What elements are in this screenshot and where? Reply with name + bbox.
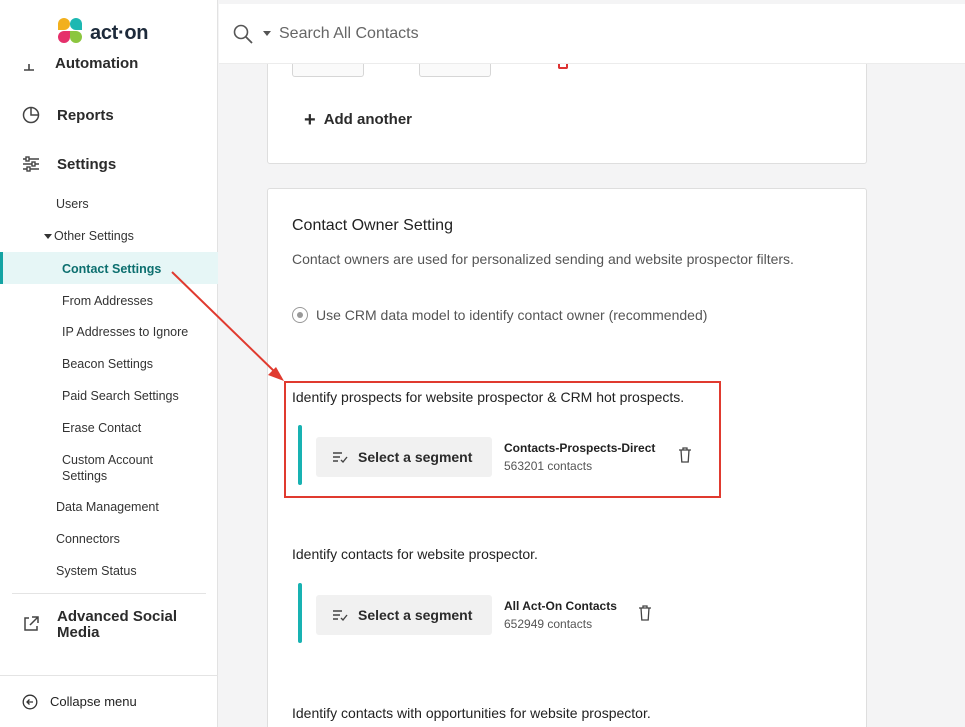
list-check-icon — [333, 610, 348, 622]
contacts-segment-row: Select a segment All Act-On Contacts 652… — [298, 583, 698, 643]
nav-advanced-social-media-label: Advanced Social Media — [57, 608, 178, 641]
select-segment-button[interactable]: Select a segment — [316, 595, 492, 635]
nav-ip-addresses-to-ignore[interactable]: IP Addresses to Ignore — [62, 324, 188, 340]
nav-users[interactable]: Users — [56, 197, 89, 211]
act-on-logo-icon — [56, 18, 86, 48]
top-search-bar — [219, 4, 965, 64]
search-input[interactable] — [279, 24, 679, 43]
search-scope-dropdown-icon[interactable] — [263, 31, 271, 36]
collapse-menu-label: Collapse menu — [50, 694, 137, 709]
nav-automation-label: Automation — [55, 56, 139, 72]
nav-other-settings[interactable]: Other Settings — [44, 229, 134, 243]
collapse-menu-button[interactable]: Collapse menu — [0, 675, 218, 727]
act-on-logo[interactable]: act·on — [56, 18, 149, 48]
nav-data-management[interactable]: Data Management — [56, 500, 159, 514]
sidebar-divider — [12, 593, 206, 594]
caret-down-icon — [44, 233, 52, 239]
select-segment-label: Select a segment — [358, 607, 473, 623]
segment-name: All Act-On Contacts — [504, 599, 617, 613]
sidebar: act·on Automation Reports Settings Users… — [0, 0, 218, 727]
contact-owner-description: Contact owners are used for personalized… — [292, 251, 794, 267]
nav-advanced-social-media[interactable]: Advanced Social Media — [22, 609, 187, 641]
nav-other-settings-label: Other Settings — [54, 229, 134, 243]
opportunities-section-label: Identify contacts with opportunities for… — [292, 705, 651, 721]
search-icon[interactable] — [233, 24, 253, 44]
crm-data-model-option[interactable]: Use CRM data model to identify contact o… — [292, 307, 707, 323]
nav-beacon-settings[interactable]: Beacon Settings — [62, 356, 153, 372]
contact-owner-title: Contact Owner Setting — [292, 217, 453, 234]
nav-reports[interactable]: Reports — [22, 106, 114, 124]
collapse-arrow-icon — [22, 694, 38, 710]
automation-icon — [24, 64, 34, 71]
segment-count: 652949 contacts — [504, 617, 593, 631]
external-link-icon — [22, 615, 40, 633]
radio-button[interactable] — [292, 307, 308, 323]
nav-settings[interactable]: Settings — [22, 155, 116, 173]
add-another-button[interactable]: + Add another — [304, 108, 413, 131]
nav-system-status[interactable]: System Status — [56, 564, 137, 578]
nav-settings-label: Settings — [57, 155, 117, 173]
nav-contact-settings[interactable]: Contact Settings — [62, 261, 161, 277]
segment-accent-bar — [298, 583, 302, 643]
sliders-icon — [22, 155, 40, 173]
nav-reports-label: Reports — [57, 106, 114, 124]
trash-icon[interactable] — [638, 605, 652, 621]
nav-custom-account-settings[interactable]: Custom Account Settings — [62, 452, 172, 484]
nav-connectors[interactable]: Connectors — [56, 532, 120, 546]
annotation-highlight-box — [284, 381, 721, 498]
nav-from-addresses[interactable]: From Addresses — [62, 293, 153, 309]
add-another-label: Add another — [323, 111, 413, 128]
nav-automation[interactable]: Automation — [22, 56, 138, 72]
crm-data-model-label: Use CRM data model to identify contact o… — [316, 307, 708, 323]
nav-paid-search-settings[interactable]: Paid Search Settings — [62, 388, 179, 404]
plus-icon: + — [304, 108, 316, 131]
pie-chart-icon — [22, 106, 40, 124]
logo-text: act·on — [90, 21, 149, 44]
contacts-section-label: Identify contacts for website prospector… — [292, 546, 538, 562]
nav-erase-contact[interactable]: Erase Contact — [62, 420, 141, 436]
